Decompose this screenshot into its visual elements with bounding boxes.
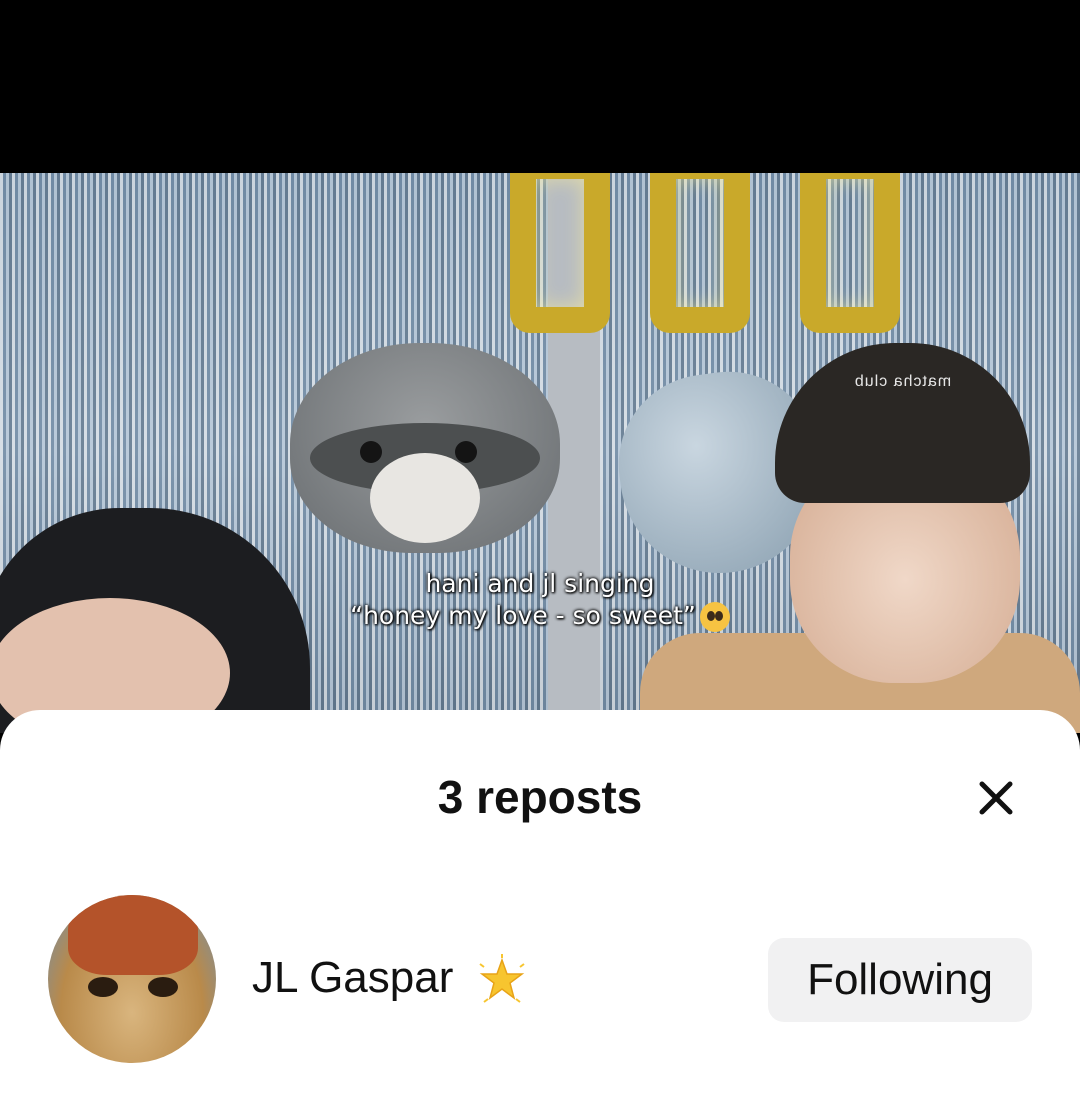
person-right: matcha club — [640, 343, 1080, 733]
raccoon-balloon — [290, 323, 560, 583]
video-player[interactable]: matcha club hani and jl singing “honey m… — [0, 173, 1080, 733]
avatar[interactable] — [48, 895, 216, 1063]
user-name-label: JL Gaspar — [252, 953, 454, 1002]
balloon-letter-d — [800, 173, 900, 333]
cap-text: matcha club — [853, 373, 952, 390]
following-button[interactable]: Following — [768, 938, 1032, 1022]
person-left — [0, 508, 310, 733]
status-bar — [0, 0, 1080, 173]
glowing-star-icon — [478, 954, 525, 1004]
caption-line-1: hani and jl singing — [425, 569, 655, 598]
hbd-balloons — [490, 173, 960, 343]
balloon-letter-h — [510, 173, 610, 333]
reposts-sheet: 3 reposts JL Gaspar Following — [0, 710, 1080, 1095]
video-caption: hani and jl singing “honey my love - so … — [300, 568, 780, 632]
pleading-face-emoji-icon — [699, 602, 730, 632]
close-button[interactable] — [964, 766, 1028, 830]
caption-line-2: “honey my love - so sweet” — [350, 601, 696, 630]
cap: matcha club — [775, 343, 1030, 503]
user-name[interactable]: JL Gaspar — [252, 953, 528, 1006]
balloon-letter-b — [650, 173, 750, 333]
close-icon — [979, 781, 1013, 815]
sheet-title: 3 reposts — [437, 771, 643, 823]
repost-user-row[interactable]: JL Gaspar Following — [0, 895, 1080, 1065]
